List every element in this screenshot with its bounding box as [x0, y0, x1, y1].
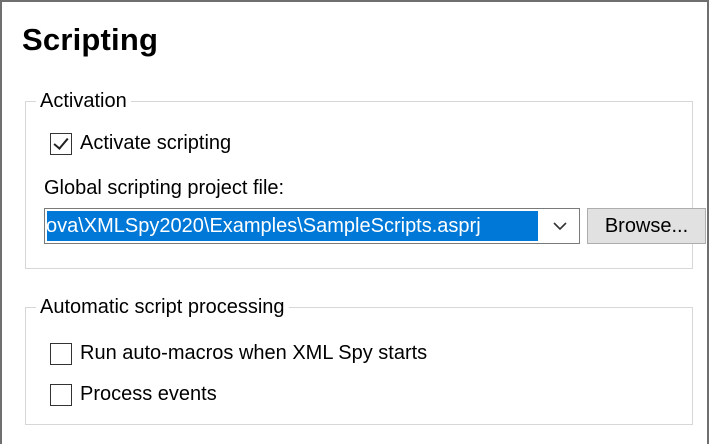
activate-scripting-option[interactable]: Activate scripting	[50, 132, 231, 155]
project-file-value[interactable]: ova\XMLSpy2020\Examples\SampleScripts.as…	[47, 211, 538, 241]
process-events-option[interactable]: Process events	[50, 383, 217, 406]
run-auto-macros-label: Run auto-macros when XML Spy starts	[80, 342, 428, 364]
chevron-down-icon[interactable]	[541, 209, 579, 243]
project-file-combobox[interactable]: ova\XMLSpy2020\Examples\SampleScripts.as…	[44, 208, 580, 244]
activation-legend: Activation	[36, 90, 131, 113]
process-events-label: Process events	[80, 383, 217, 405]
browse-button[interactable]: Browse...	[587, 208, 706, 244]
page-title: Scripting	[22, 22, 159, 57]
automatic-processing-group: Automatic script processing Run auto-mac…	[25, 296, 693, 425]
process-events-checkbox[interactable]	[50, 383, 72, 406]
activation-group: Activation Activate scripting Global scr…	[25, 90, 706, 269]
automatic-processing-legend: Automatic script processing	[36, 296, 289, 319]
project-file-label: Global scripting project file:	[44, 177, 285, 199]
run-auto-macros-option[interactable]: Run auto-macros when XML Spy starts	[50, 342, 427, 365]
activate-scripting-checkbox[interactable]	[50, 132, 72, 155]
activate-scripting-label: Activate scripting	[80, 132, 232, 154]
run-auto-macros-checkbox[interactable]	[50, 342, 72, 365]
